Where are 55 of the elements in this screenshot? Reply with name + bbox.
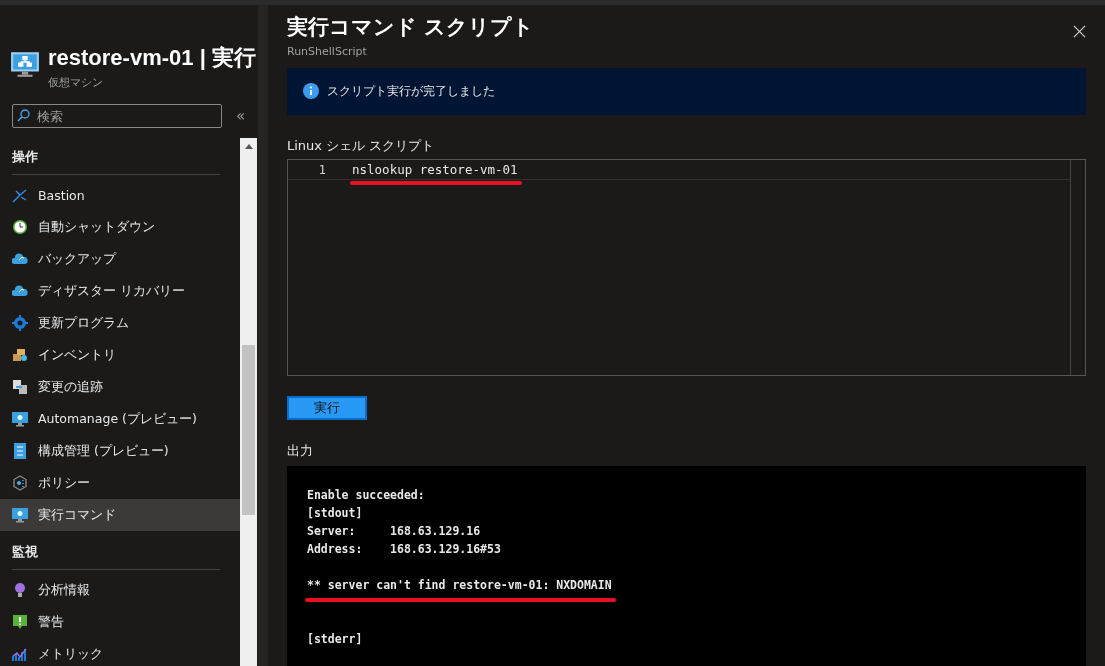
section-title: 監視 (11, 543, 39, 561)
resource-type: 仮想マシン (48, 75, 104, 90)
output-line: [stdout] (307, 506, 363, 520)
line-number: 1 (317, 161, 326, 177)
output-line: Enable succeeded: (307, 488, 425, 502)
sidebar-item[interactable]: インベントリ (0, 339, 240, 371)
sidebar-item[interactable]: 構成管理 (プレビュー) (0, 435, 240, 467)
monitor-icon (10, 49, 40, 79)
resource-title: restore-vm-01 | 実行 (48, 44, 256, 72)
sidebar-item[interactable]: Automanage (プレビュー) (0, 403, 240, 435)
sidebar-item[interactable]: 警告 (0, 606, 240, 638)
documents-icon (12, 379, 28, 395)
cloud-icon (12, 251, 28, 267)
code-line: nslookup restore-vm-01 (352, 161, 518, 177)
run-button[interactable]: 実行 (287, 396, 367, 420)
chart-icon (12, 646, 28, 662)
checklist-icon (12, 443, 28, 459)
sidebar-item[interactable]: 変更の追跡 (0, 371, 240, 403)
lightbulb-icon (12, 582, 28, 598)
output-label: 出力 (287, 442, 314, 460)
scrollbar-track[interactable] (240, 138, 257, 666)
output-line: [stderr] (307, 632, 363, 646)
monitor-icon (12, 411, 28, 427)
sidebar-item[interactable]: 分析情報 (0, 574, 240, 606)
cloud-icon (12, 283, 28, 299)
info-icon (303, 83, 319, 100)
scroll-thumb[interactable] (242, 345, 255, 515)
sidebar-item[interactable]: メトリック (0, 638, 240, 666)
script-label: Linux シェル スクリプト (287, 136, 436, 155)
sidebar-item[interactable]: ポリシー (0, 467, 240, 499)
sidebar-item[interactable]: 自動シャットダウン (0, 211, 240, 243)
search-icon (17, 109, 30, 122)
notice-text: スクリプト実行が完了しました (327, 82, 495, 100)
hexagon-icon (12, 475, 28, 491)
code-editor[interactable]: 1 nslookup restore-vm-01 (287, 158, 1086, 376)
gear-icon (12, 315, 28, 331)
close-icon[interactable] (1073, 25, 1086, 38)
sidebar-item[interactable]: ディザスター リカバリー (0, 275, 240, 307)
panel-title: 実行コマンド スクリプト (287, 14, 535, 41)
sidebar-item[interactable]: Bastion (0, 179, 240, 211)
sidebar-item[interactable]: バックアップ (0, 243, 240, 275)
section-title: 操作 (11, 148, 39, 166)
collapse-button[interactable]: « (236, 107, 246, 125)
boxes-icon (12, 347, 28, 363)
search-field[interactable]: 検索 (12, 104, 222, 128)
output-line: Server: 168.63.129.16 (307, 524, 481, 538)
output-line: ** server can't find restore-vm-01: NXDOMAIN (307, 578, 612, 592)
monitor-icon (12, 507, 28, 523)
clock-icon (12, 219, 28, 235)
sidebar-item[interactable]: 実行コマンド (0, 499, 240, 531)
output-line: Address: 168.63.129.16#53 (307, 542, 501, 556)
sidebar-item[interactable]: 更新プログラム (0, 307, 240, 339)
panel-subtitle: RunShellScript (287, 45, 368, 58)
network-icon (12, 187, 28, 203)
alert-icon (12, 614, 28, 630)
